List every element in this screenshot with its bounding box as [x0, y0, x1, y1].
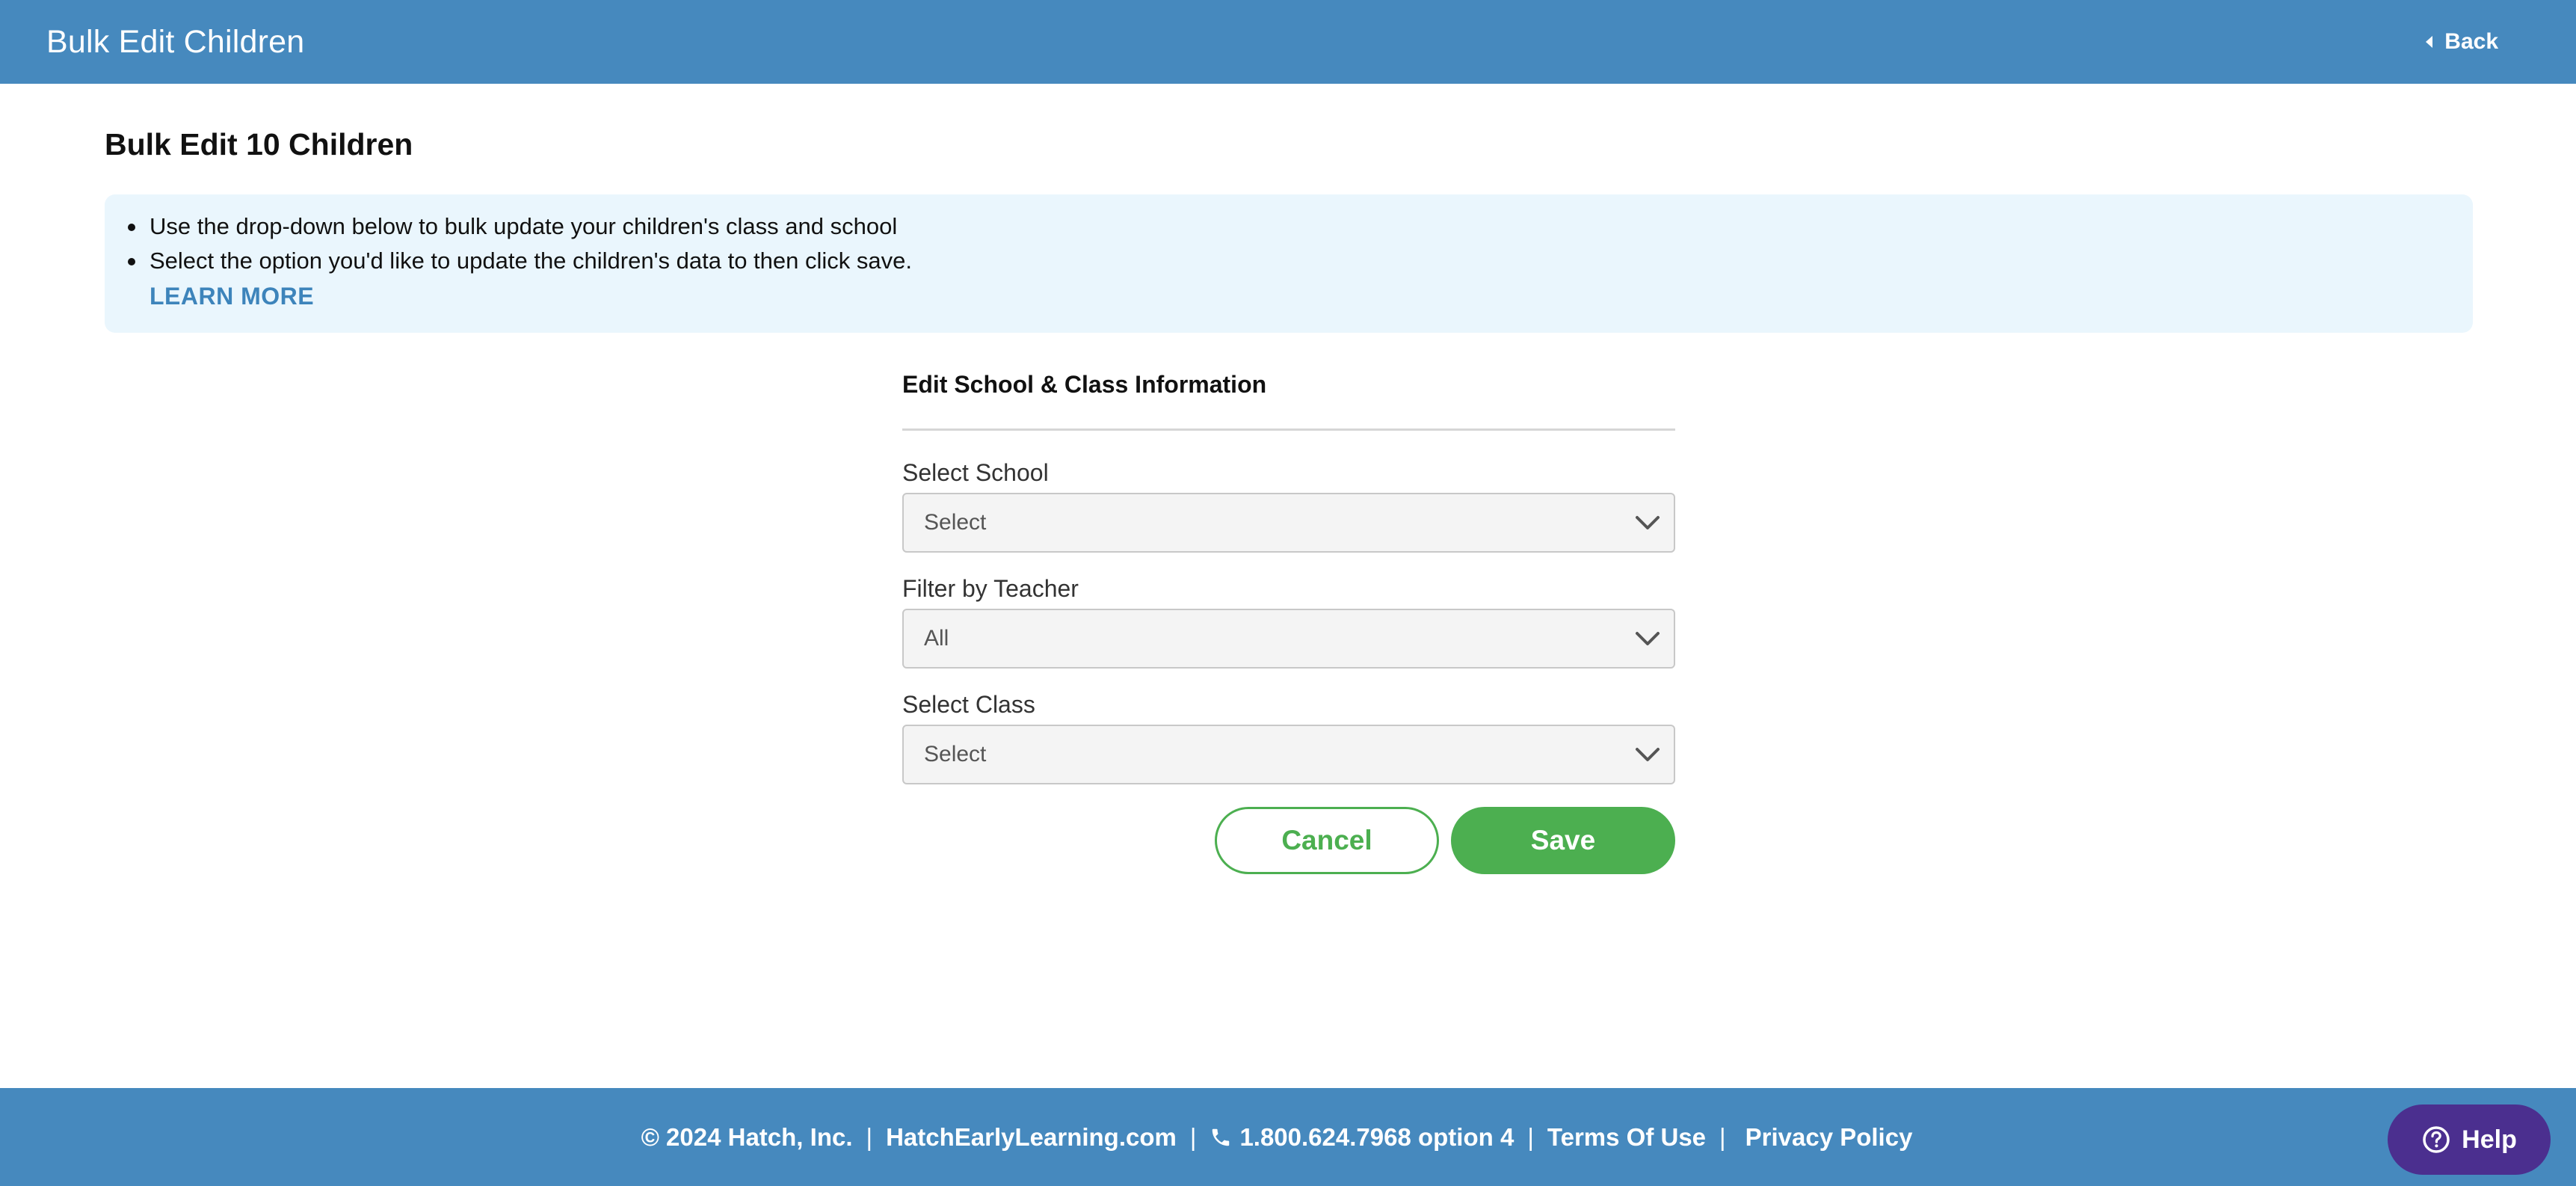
filter-teacher-label: Filter by Teacher: [902, 575, 1079, 602]
section-title: Edit School & Class Information: [902, 371, 1267, 398]
section-divider: [902, 428, 1675, 431]
info-bullet: Select the option you'd like to update t…: [128, 244, 2428, 278]
select-school-label: Select School: [902, 459, 1049, 486]
footer-separator: |: [1719, 1122, 1726, 1151]
footer-separator: |: [866, 1122, 873, 1151]
select-class-dropdown[interactable]: Select: [902, 725, 1675, 784]
select-class-label: Select Class: [902, 691, 1035, 718]
page-title: Bulk Edit 10 Children: [105, 127, 413, 162]
info-bullet: Use the drop-down below to bulk update y…: [128, 209, 2428, 244]
learn-more-link[interactable]: LEARN MORE: [150, 283, 314, 310]
select-class-value: Select: [924, 742, 987, 766]
footer-separator: |: [1189, 1122, 1197, 1151]
select-school-dropdown[interactable]: Select: [902, 493, 1675, 553]
phone-link[interactable]: 1.800.624.7968 option 4: [1210, 1123, 1514, 1152]
filter-teacher-value: All: [924, 626, 949, 651]
app-footer: © 2024 Hatch, Inc. | HatchEarlyLearning.…: [0, 1088, 2576, 1186]
help-button[interactable]: Help: [2388, 1104, 2551, 1175]
filter-teacher-dropdown[interactable]: All: [902, 609, 1675, 669]
phone-number: 1.800.624.7968 option 4: [1239, 1122, 1515, 1151]
save-button[interactable]: Save: [1451, 807, 1675, 874]
chevron-down-icon: [1636, 748, 1660, 761]
privacy-link[interactable]: Privacy Policy: [1745, 1123, 1913, 1152]
select-school-value: Select: [924, 510, 987, 535]
caret-left-icon: [2426, 36, 2433, 48]
cancel-button[interactable]: Cancel: [1215, 807, 1439, 874]
chevron-down-icon: [1636, 632, 1660, 645]
copyright-text: © 2024 Hatch, Inc.: [641, 1122, 853, 1151]
app-header: Bulk Edit Children Back: [0, 0, 2576, 84]
terms-link[interactable]: Terms Of Use: [1547, 1123, 1706, 1152]
footer-separator: |: [1527, 1122, 1534, 1151]
info-box: Use the drop-down below to bulk update y…: [105, 194, 2473, 333]
info-list: Use the drop-down below to bulk update y…: [128, 209, 2428, 278]
bulk-edit-page: Bulk Edit Children Back Bulk Edit 10 Chi…: [0, 0, 2576, 1186]
form-buttons: Cancel Save: [902, 807, 1675, 874]
back-label: Back: [2444, 29, 2498, 54]
phone-icon: [1212, 1128, 1230, 1146]
footer-row: © 2024 Hatch, Inc. | HatchEarlyLearning.…: [641, 1123, 1913, 1152]
help-label: Help: [2462, 1125, 2517, 1154]
website-link[interactable]: HatchEarlyLearning.com: [886, 1123, 1177, 1152]
question-circle-icon: [2423, 1126, 2450, 1153]
chevron-down-icon: [1636, 516, 1660, 529]
app-title: Bulk Edit Children: [46, 23, 305, 60]
edit-form: Edit School & Class Information Select S…: [902, 371, 1675, 874]
back-button[interactable]: Back: [2426, 29, 2498, 55]
